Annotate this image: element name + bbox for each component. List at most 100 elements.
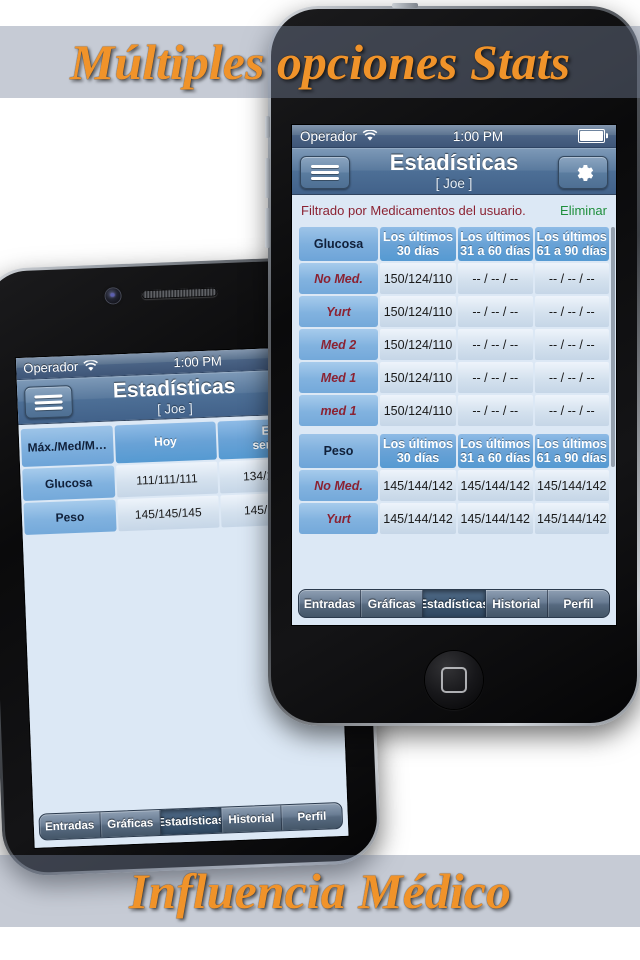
table-row[interactable]: med 1 150/124/110 -- / -- / -- -- / -- / -- [299,395,609,426]
tab-gr-ficas[interactable]: Gráficas [99,809,162,838]
tab-historial[interactable]: Historial [486,590,548,617]
front-menu-button[interactable] [300,156,350,189]
filter-status-text: Filtrado por Medicamentos del usuario. [301,202,526,218]
front-page-title: Estadísticas [389,149,519,175]
data-cell: -- / -- / -- [458,296,533,327]
filter-clear-link[interactable]: Eliminar [560,203,607,218]
row-label-cell: Glucosa [22,465,116,502]
data-cell: -- / -- / -- [534,329,609,360]
row-label-cell: Peso [23,499,117,535]
bottom-banner-text: Influencia Médico [129,863,511,919]
tab-historial[interactable]: Historial [221,805,283,833]
front-status-bar: Operador 1:00 PM [292,125,616,148]
data-cell: 150/124/110 [380,362,457,393]
table-header-row: Peso Los últimos 30 días Los últimos 31 a 60… [299,434,609,468]
front-phone-screen: Operador 1:00 PM Estadísticas [Joe] Fi… [292,125,616,625]
data-cell: -- / -- / -- [534,263,609,294]
row-label-cell: Med 2 [299,329,379,360]
tab-estad-sticas[interactable]: Estadísticas [423,590,486,617]
table-corner-header: Glucosa [299,227,379,261]
front-filter-bar: Filtrado por Medicamentos del usuario. E… [292,195,616,225]
data-cell: 145/144/142 [380,470,457,501]
table-row[interactable]: Med 2 150/124/110 -- / -- / -- -- / -- / -- [299,329,609,360]
back-page-subtitle: [ Joe ] [156,399,193,417]
tab-gr-ficas[interactable]: Gráficas [361,590,424,617]
data-cell: -- / -- / -- [458,329,533,360]
back-menu-button[interactable] [24,385,74,419]
table-header-row: Glucosa Los últimos 30 días Los últimos 31 a… [299,227,609,261]
table-corner-header: Máx./Med/M… [20,425,114,468]
gear-icon [577,164,594,181]
vertical-scrollbar[interactable] [611,227,615,467]
tab-entradas[interactable]: Entradas [39,812,101,840]
data-cell: 145/144/142 [458,470,533,501]
front-nav-bar: Estadísticas [ Joe ] [292,148,616,195]
top-banner-text: Múltiples opciones Stats [69,34,571,90]
row-label-cell: med 1 [299,395,379,426]
front-clock-label: 1:00 PM [452,128,504,144]
data-cell: 145/145/145 [117,495,220,532]
data-cell: 150/124/110 [380,296,457,327]
data-cell: -- / -- / -- [458,395,533,426]
table-row[interactable]: Med 1 150/124/110 -- / -- / -- -- / -- / -- [299,362,609,393]
tab-perfil[interactable]: Perfil [282,803,343,830]
data-cell: -- / -- / -- [458,263,533,294]
front-tab-bar: EntradasGráficasEstadísticasHistorialPer… [292,584,616,625]
front-content-area: Glucosa Los últimos 30 días Los últimos 31 a… [292,225,616,584]
bottom-banner: Influencia Médico [0,855,640,927]
table-column-header: Los últimos 30 días [380,434,457,468]
top-banner: Múltiples opciones Stats [0,26,640,98]
table-row[interactable]: Yurt 145/144/142 145/144/142 145/144/142 [299,503,609,534]
front-phone-device: Operador 1:00 PM Estadísticas [Joe] Fi… [265,3,640,726]
table-row[interactable]: No Med. 145/144/142 145/144/142 145/144/142 [299,470,609,501]
front-phone-home-button[interactable] [425,651,483,709]
table-column-header: Hoy [114,421,217,464]
front-page-subtitle: [ Joe ] [435,175,473,191]
wifi-icon [362,130,378,141]
hamburger-menu-icon [34,393,63,410]
data-cell: 145/144/142 [458,503,533,534]
table-corner-header: Peso [299,434,379,468]
data-cell: 150/124/110 [380,329,457,360]
table-column-header: Los últimos 61 a 90 días [534,434,609,468]
front-phone-volume-down-button[interactable] [265,208,270,248]
row-label-cell: Yurt [299,503,379,534]
table-row[interactable]: Yurt 150/124/110 -- / -- / -- -- / -- / -- [299,296,609,327]
front-phone-power-button[interactable] [392,3,418,8]
hamburger-menu-icon [310,165,340,180]
data-cell: 150/124/110 [380,395,457,426]
front-settings-button[interactable] [558,156,608,189]
table-column-header: Los últimos 31 a 60 días [458,227,533,261]
data-cell: -- / -- / -- [458,362,533,393]
glucosa-stats-table: Glucosa Los últimos 30 días Los últimos 31 a… [297,225,611,428]
back-page-title: Estadísticas [112,374,236,402]
wifi-icon [83,359,98,371]
back-clock-label: 1:00 PM [173,353,223,371]
data-cell: 150/124/110 [380,263,457,294]
peso-stats-table: Peso Los últimos 30 días Los últimos 31 a 60… [297,432,611,536]
row-label-cell: No Med. [299,263,379,294]
tab-estad-sticas[interactable]: Estadísticas [160,807,223,835]
row-label-cell: Med 1 [299,362,379,393]
table-row[interactable]: No Med. 150/124/110 -- / -- / -- -- / -- / … [299,263,609,294]
back-carrier-label: Operador [23,358,79,376]
front-phone-app: Operador 1:00 PM Estadísticas [Joe] Fi… [292,125,616,625]
screenshot-stage: Operador 1:00 PM Estadísticas [Joe] Má… [0,0,640,960]
data-cell: 145/144/142 [534,503,609,534]
row-label-cell: Yurt [299,296,379,327]
front-phone-mute-switch[interactable] [265,116,270,138]
tab-perfil[interactable]: Perfil [548,590,609,617]
table-column-header: Los últimos 31 a 60 días [458,434,533,468]
data-cell: 145/144/142 [380,503,457,534]
data-cell: -- / -- / -- [534,296,609,327]
tab-entradas[interactable]: Entradas [299,590,362,617]
table-column-header: Los últimos 30 días [380,227,457,261]
data-cell: -- / -- / -- [534,395,609,426]
data-cell: -- / -- / -- [534,362,609,393]
front-carrier-label: Operador [300,128,358,144]
front-phone-volume-up-button[interactable] [265,158,270,198]
data-cell: 145/144/142 [534,470,609,501]
row-label-cell: No Med. [299,470,379,501]
table-column-header: Los últimos 61 a 90 días [534,227,609,261]
data-cell: 111/111/111 [115,461,219,498]
